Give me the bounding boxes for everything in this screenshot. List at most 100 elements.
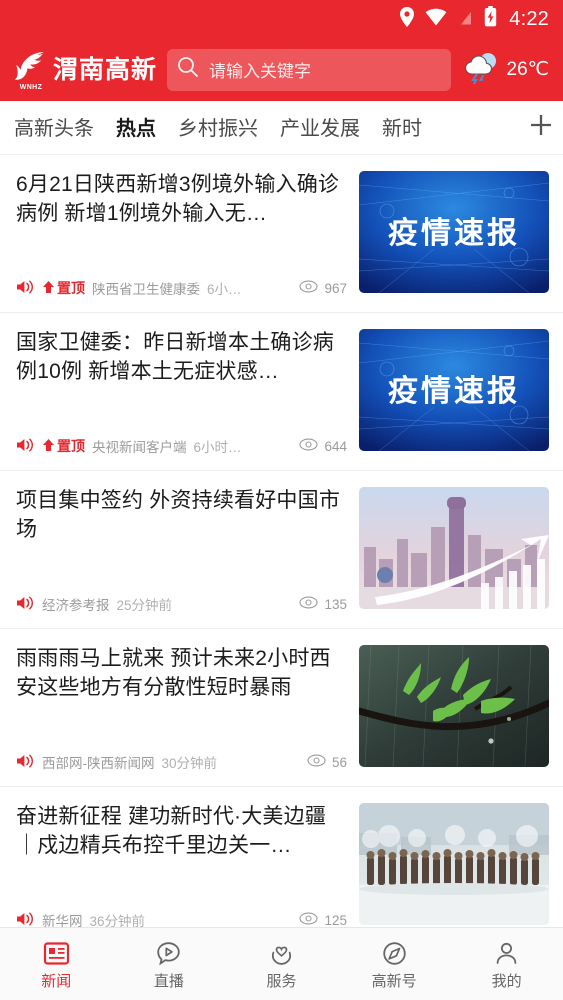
news-title: 奋进新征程 建功新时代·大美边疆｜戍边精兵布控千里边关一… xyxy=(16,805,327,857)
channel-tabs: 高新头条 热点 乡村振兴 产业发展 新时 xyxy=(14,112,519,144)
status-time: 4:22 xyxy=(509,7,549,30)
pin-label: 置顶 xyxy=(57,280,85,296)
news-time: 25分钟前 xyxy=(116,598,173,613)
news-view-count: 56 xyxy=(331,754,347,770)
svg-text:疫情速报: 疫情速报 xyxy=(388,374,520,409)
news-view-count: 125 xyxy=(324,912,347,928)
flame-bird-logo-icon: WNHZ xyxy=(10,50,48,91)
news-time: 36分钟前 xyxy=(89,914,146,927)
news-list-item[interactable]: 雨雨雨马上就来 预计未来2小时西安这些地方有分散性短时暴雨 西部网-陕西新闻网 … xyxy=(0,629,563,787)
news-view-count: 967 xyxy=(324,280,347,296)
search-input[interactable]: 请输入关键字 xyxy=(167,48,451,91)
news-meta: 置顶 央视新闻客户端 6小时… 644 xyxy=(16,436,347,458)
news-list-item[interactable]: 奋进新征程 建功新时代·大美边疆｜戍边精兵布控千里边关一… 新华网 36分钟前 … xyxy=(0,787,563,927)
news-content: 项目集中签约 外资持续看好中国市场 经济参考报 25分钟前 135 xyxy=(16,487,347,616)
hands-heart-icon xyxy=(268,940,295,971)
location-pin-icon xyxy=(399,6,415,32)
news-views: 644 xyxy=(299,438,347,454)
news-meta: 经济参考报 25分钟前 135 xyxy=(16,594,347,616)
live-play-bubble-icon xyxy=(155,940,182,971)
news-view-count: 644 xyxy=(324,438,347,454)
add-channel-button[interactable] xyxy=(519,112,563,143)
tab-redian[interactable]: 热点 xyxy=(116,112,156,144)
news-content: 雨雨雨马上就来 预计未来2小时西安这些地方有分散性短时暴雨 西部网-陕西新闻网 … xyxy=(16,645,347,774)
news-time: 30分钟前 xyxy=(161,756,218,771)
news-time: 6小… xyxy=(207,282,242,297)
weather-widget[interactable]: 26℃ xyxy=(461,50,551,89)
news-thumbnail[interactable]: 疫情速报 xyxy=(359,329,549,451)
news-list-item[interactable]: 项目集中签约 外资持续看好中国市场 经济参考报 25分钟前 135 xyxy=(0,471,563,629)
tab-gaoxin-toutiao[interactable]: 高新头条 xyxy=(14,112,94,144)
nav-item-news[interactable]: 新闻 xyxy=(0,940,113,989)
news-grid-icon xyxy=(43,940,70,971)
status-badge-pinned: 置顶 xyxy=(42,436,85,456)
battery-charging-icon xyxy=(484,6,497,32)
speaker-icon[interactable] xyxy=(16,753,35,772)
news-views: 967 xyxy=(299,280,347,296)
nav-item-services[interactable]: 服务 xyxy=(225,940,338,989)
status-bar: 4:22 xyxy=(0,0,563,38)
pin-arrow-icon xyxy=(42,280,55,297)
speaker-icon[interactable] xyxy=(16,279,35,298)
tab-xiangcun-zhenxing[interactable]: 乡村振兴 xyxy=(178,112,258,144)
pin-label: 置顶 xyxy=(57,438,85,454)
news-source: 西部网-陕西新闻网 xyxy=(42,756,155,771)
news-title: 雨雨雨马上就来 预计未来2小时西安这些地方有分散性短时暴雨 xyxy=(16,647,331,699)
news-source: 经济参考报 xyxy=(42,598,110,613)
eye-icon xyxy=(299,596,319,612)
nav-label-live: 直播 xyxy=(153,972,184,990)
plus-icon xyxy=(528,112,554,143)
eye-icon xyxy=(299,438,319,454)
bottom-navigation: 新闻 直播 服务 高新号 我的 xyxy=(0,927,563,1000)
news-thumbnail[interactable]: 疫情速报 xyxy=(359,171,549,293)
speaker-icon[interactable] xyxy=(16,595,35,614)
app-header: WNHZ 渭南高新 请输入关键字 26℃ xyxy=(0,38,563,101)
news-meta: 新华网 36分钟前 125 xyxy=(16,910,347,927)
nav-label-gaoxinhao: 高新号 xyxy=(371,972,417,990)
news-thumbnail[interactable] xyxy=(359,487,549,609)
weather-temperature: 26℃ xyxy=(506,59,549,80)
thunderstorm-icon xyxy=(461,50,501,89)
person-icon xyxy=(493,940,520,971)
news-list[interactable]: 6月21日陕西新增3例境外输入确诊病例 新增1例境外输入无… 置顶 陕西省卫生健… xyxy=(0,155,563,927)
no-signal-icon xyxy=(457,7,474,31)
logo-title: 渭南高新 xyxy=(53,55,158,84)
news-title: 国家卫健委：昨日新增本土确诊病例10例 新增本土无症状感… xyxy=(16,331,334,383)
status-badge-pinned: 置顶 xyxy=(42,278,85,298)
app-logo[interactable]: WNHZ 渭南高新 xyxy=(10,50,158,91)
news-content: 国家卫健委：昨日新增本土确诊病例10例 新增本土无症状感… 置顶 央视新闻客户端… xyxy=(16,329,347,458)
search-icon xyxy=(177,56,199,83)
nav-label-news: 新闻 xyxy=(41,972,72,990)
wifi-icon xyxy=(425,8,447,31)
news-time: 6小时… xyxy=(193,440,242,455)
channel-tabbar: 高新头条 热点 乡村振兴 产业发展 新时 xyxy=(0,101,563,155)
speaker-icon[interactable] xyxy=(16,911,35,928)
news-view-count: 135 xyxy=(324,596,347,612)
news-views: 56 xyxy=(307,754,347,770)
nav-item-gaoxinhao[interactable]: 高新号 xyxy=(338,940,451,989)
news-title: 6月21日陕西新增3例境外输入确诊病例 新增1例境外输入无… xyxy=(16,173,340,225)
news-list-item[interactable]: 6月21日陕西新增3例境外输入确诊病例 新增1例境外输入无… 置顶 陕西省卫生健… xyxy=(0,155,563,313)
news-views: 125 xyxy=(299,912,347,927)
eye-icon xyxy=(299,280,319,296)
tab-chanye-fazhan[interactable]: 产业发展 xyxy=(280,112,360,144)
news-content: 奋进新征程 建功新时代·大美边疆｜戍边精兵布控千里边关一… 新华网 36分钟前 … xyxy=(16,803,347,927)
news-source: 陕西省卫生健康委 xyxy=(92,282,200,297)
speaker-icon[interactable] xyxy=(16,437,35,456)
news-thumbnail[interactable] xyxy=(359,803,549,925)
eye-icon xyxy=(307,754,326,770)
eye-icon xyxy=(299,912,319,927)
svg-text:疫情速报: 疫情速报 xyxy=(388,216,520,251)
nav-item-profile[interactable]: 我的 xyxy=(450,940,563,989)
nav-item-live[interactable]: 直播 xyxy=(113,940,226,989)
nav-label-profile: 我的 xyxy=(491,972,522,990)
news-list-item[interactable]: 国家卫健委：昨日新增本土确诊病例10例 新增本土无症状感… 置顶 央视新闻客户端… xyxy=(0,313,563,471)
pin-arrow-icon xyxy=(42,438,55,455)
compass-icon xyxy=(381,940,408,971)
app-root: 4:22 WNHZ 渭南高新 请输入关键字 26℃ 高新头条 热点 乡村振兴 产… xyxy=(0,0,563,1000)
search-placeholder: 请输入关键字 xyxy=(209,62,312,81)
logo-subtext: WNHZ xyxy=(19,83,43,91)
news-source: 新华网 xyxy=(42,914,83,927)
news-thumbnail[interactable] xyxy=(359,645,549,767)
tab-xinshi[interactable]: 新时 xyxy=(382,112,422,144)
